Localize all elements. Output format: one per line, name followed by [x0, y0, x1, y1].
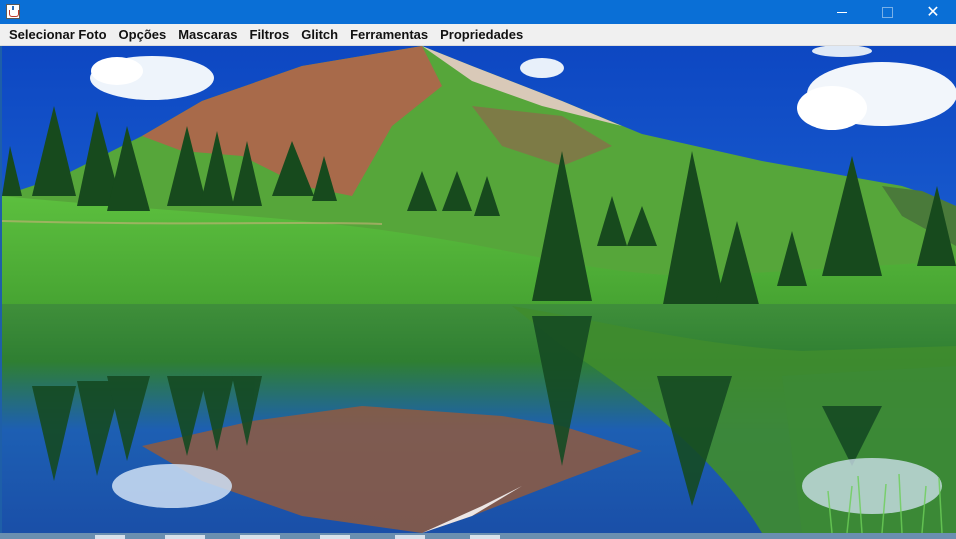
- close-icon: ✕: [926, 2, 940, 21]
- taskbar-item[interactable]: [240, 535, 280, 539]
- menu-glitch[interactable]: Glitch: [295, 25, 344, 45]
- close-button[interactable]: ✕: [910, 0, 956, 24]
- taskbar-item[interactable]: [320, 535, 350, 539]
- menu-bar: Selecionar Foto Opções Mascaras Filtros …: [0, 24, 956, 46]
- menu-selecionar-foto[interactable]: Selecionar Foto: [3, 25, 113, 45]
- menu-ferramentas[interactable]: Ferramentas: [344, 25, 434, 45]
- minimize-icon: [837, 11, 847, 13]
- taskbar-item[interactable]: [470, 535, 500, 539]
- minimize-button[interactable]: [819, 0, 865, 24]
- title-bar[interactable]: ✕: [0, 0, 956, 24]
- taskbar-item[interactable]: [395, 535, 425, 539]
- image-canvas[interactable]: [2, 46, 956, 533]
- menu-mascaras[interactable]: Mascaras: [172, 25, 243, 45]
- taskbar-item[interactable]: [95, 535, 125, 539]
- maximize-icon: [881, 6, 893, 18]
- java-cup-icon: [6, 4, 20, 19]
- menu-propriedades[interactable]: Propriedades: [434, 25, 529, 45]
- landscape-photo: [2, 46, 956, 533]
- maximize-button[interactable]: [864, 0, 910, 24]
- menu-opcoes[interactable]: Opções: [113, 25, 173, 45]
- menu-filtros[interactable]: Filtros: [244, 25, 296, 45]
- taskbar-item[interactable]: [165, 535, 205, 539]
